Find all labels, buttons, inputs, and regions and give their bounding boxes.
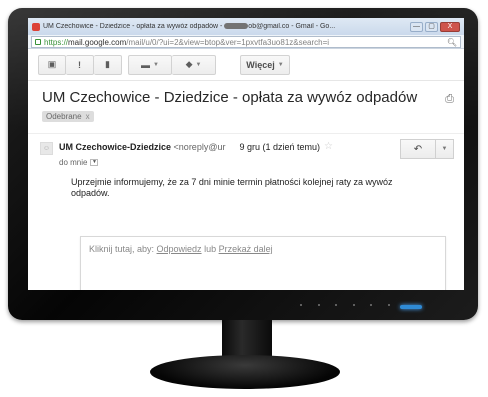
avatar: ☺ [40,142,53,155]
power-led [400,305,422,309]
message-subject: UM Czechowice - Dziedzice - opłata za wy… [42,89,418,106]
delete-button[interactable]: ▮ [94,54,122,75]
message-header: ☺ UM Czechowice-Dziedzice <noreply@ur 9 … [40,142,454,155]
report-spam-button[interactable]: ! [66,54,94,75]
url-path: /mail/u/0/?ui=2&view=btop&ver=1pxvtfa3uo… [126,37,330,47]
tab-title-suffix: ob@gmail.co - Gmail - Go... [248,23,336,30]
redacted-email [224,23,249,30]
gmail-toolbar: ▣ ! ▮ ▬ ▼ ◆ ▼ Więcej ▼ [28,49,464,81]
minimize-button[interactable]: — [410,21,423,32]
bezel-dot [300,304,302,306]
labels-button[interactable]: ◆ ▼ [172,54,216,75]
print-icon[interactable]: ⎙ [445,89,454,106]
gmail-tab-icon [32,22,40,31]
lock-icon [35,39,41,45]
maximize-button[interactable]: ▢ [425,21,438,32]
window-controls: — ▢ X [410,21,460,32]
url-scheme: https:// [44,37,69,47]
monitor-stand [150,355,340,389]
reply-arrow-icon: ↶ [413,143,423,155]
magnifier-icon[interactable]: 🔍︎ [447,38,457,47]
label-icon: ◆ [185,59,193,69]
reply-button[interactable]: ↶ [400,139,436,159]
show-details-button[interactable]: ▼ [90,159,99,166]
more-button[interactable]: Więcej ▼ [240,54,290,75]
organize-group: ▬ ▼ ◆ ▼ [128,54,216,75]
close-button[interactable]: X [440,21,460,32]
quick-reply-box[interactable]: Kliknij tutaj, aby: Odpowiedz lub Przeka… [80,236,446,290]
remove-label-button[interactable]: x [86,112,90,121]
bezel-dot [352,304,355,306]
sender-email: <noreply@ur [173,142,226,152]
archive-icon: ▣ [47,59,57,69]
bezel-dot [317,304,320,306]
browser-titlebar: UM Czechowice - Dziedzice - opłata za wy… [28,18,464,35]
archive-button[interactable]: ▣ [38,54,66,75]
bezel-dot [387,304,390,306]
reply-prompt: Kliknij tutaj, aby: [89,244,157,254]
bezel-dot [335,304,338,306]
chevron-down-icon: ▼ [441,146,448,152]
subject-row: UM Czechowice - Dziedzice - opłata za wy… [28,81,464,106]
browser-window: UM Czechowice - Dziedzice - opłata za wy… [28,18,464,290]
address-bar[interactable]: https://mail.google.com/mail/u/0/?ui=2&v… [31,36,461,48]
bezel-dot [370,304,373,306]
chevron-down-icon: ▼ [277,61,284,68]
sender[interactable]: UM Czechowice-Dziedzice <noreply@ur [59,142,225,152]
star-icon[interactable]: ☆ [324,142,333,152]
action-group: ▣ ! ▮ [38,54,122,75]
folder-icon: ▬ [141,59,151,70]
recipient-line: do mnie ▼ [59,158,454,167]
sender-name: UM Czechowice-Dziedzice [59,142,172,152]
reply-link[interactable]: Odpowiedz [157,244,202,254]
reply-more-button[interactable]: ▼ [436,139,454,159]
chevron-down-icon: ▼ [195,61,202,68]
reply-controls: ↶ ▼ [400,139,454,159]
trash-icon: ▮ [105,59,110,69]
tab-title-text: UM Czechowice - Dziedzice - opłata za wy… [43,23,225,30]
tab-title[interactable]: UM Czechowice - Dziedzice - opłata za wy… [43,23,410,30]
label-chip-inbox[interactable]: Odebrane x [42,111,94,122]
reply-separator: lub [201,244,219,254]
report-spam-icon: ! [78,59,81,70]
label-chip-text: Odebrane [46,112,82,121]
more-button-label: Więcej [246,59,275,70]
message-date: 9 gru (1 dzień temu) [239,142,321,152]
address-bar-row: https://mail.google.com/mail/u/0/?ui=2&v… [28,35,464,49]
bezel-buttons [300,302,390,308]
recipient-text: do mnie [59,158,88,167]
message-card: ☺ UM Czechowice-Dziedzice <noreply@ur 9 … [28,133,464,199]
chevron-down-icon: ▼ [153,61,159,68]
move-to-button[interactable]: ▬ ▼ [128,54,172,75]
forward-link[interactable]: Przekaż dalej [219,244,273,254]
message-body: Uprzejmie informujemy, że za 7 dni minie… [71,177,393,198]
url-host: mail.google.com [68,37,127,47]
